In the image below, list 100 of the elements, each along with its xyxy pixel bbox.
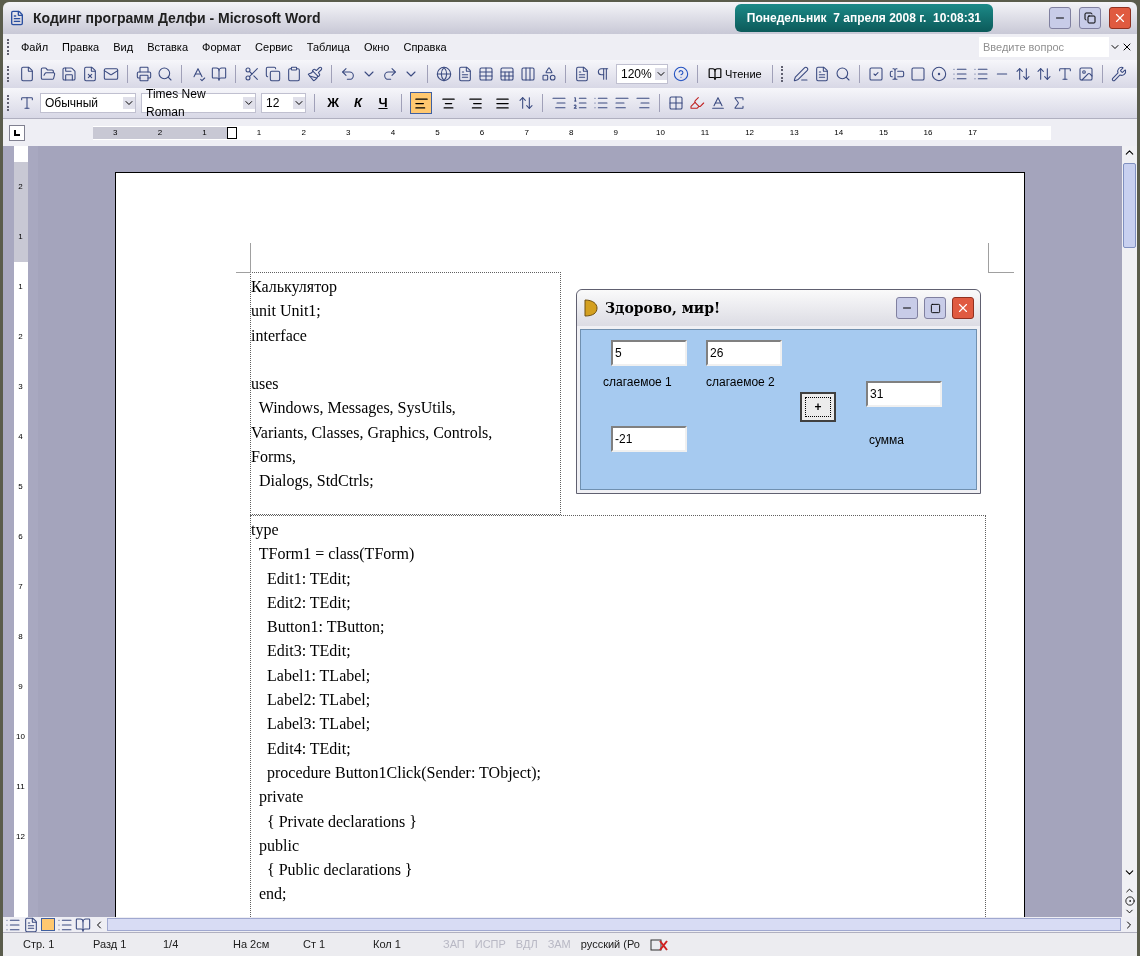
print-view-icon[interactable]	[41, 918, 55, 931]
minimize-button[interactable]	[896, 297, 918, 319]
close-button[interactable]	[952, 297, 974, 319]
file-icon[interactable]	[19, 66, 35, 82]
pilcrow-icon[interactable]	[595, 66, 611, 82]
file-icon[interactable]	[82, 66, 98, 82]
book-icon[interactable]	[211, 66, 227, 82]
align-button[interactable]	[410, 92, 432, 114]
ruler-number: 9	[18, 683, 23, 691]
style-dropdown[interactable]: Обычный	[40, 93, 136, 113]
document-icon[interactable]	[457, 66, 473, 82]
menu-item[interactable]: Правка	[55, 36, 107, 58]
help-icon[interactable]	[673, 66, 689, 82]
spinner-icon[interactable]	[1035, 66, 1052, 82]
close-icon	[1113, 11, 1127, 25]
menu-item[interactable]: Окно	[356, 36, 397, 58]
minimize-button[interactable]	[1049, 7, 1071, 29]
tab-selector[interactable]	[9, 124, 25, 141]
caret-icon[interactable]	[293, 97, 305, 109]
bold-button[interactable]: Ж	[323, 93, 343, 113]
code-line: Label3: TLabel;	[266, 714, 371, 735]
menu-item[interactable]: Вставка	[140, 36, 195, 58]
document-icon[interactable]	[574, 66, 590, 82]
table-icon[interactable]	[478, 66, 494, 82]
printer-icon[interactable]	[136, 66, 152, 82]
plus-button[interactable]: +	[800, 392, 836, 422]
styles-icon[interactable]	[19, 95, 35, 111]
text-input[interactable]: 26	[706, 340, 782, 366]
border-icon[interactable]	[668, 95, 684, 111]
indent-icon[interactable]	[551, 95, 567, 111]
font-size-dropdown[interactable]: 12	[261, 93, 306, 113]
text-input[interactable]: 31	[866, 381, 942, 407]
help-search-field[interactable]: Введите вопрос	[979, 37, 1109, 57]
spell-check-icon[interactable]	[190, 66, 206, 82]
caret-icon[interactable]	[655, 68, 667, 80]
search-icon[interactable]	[834, 66, 851, 82]
menu-item[interactable]: Сервис	[248, 36, 300, 58]
menu-item[interactable]: Формат	[195, 36, 249, 58]
reading-button[interactable]: Чтение	[706, 65, 764, 83]
checkbox-icon[interactable]	[867, 66, 884, 82]
underline-button[interactable]: Ч	[373, 93, 393, 113]
indent-icon[interactable]	[635, 95, 651, 111]
close-icon[interactable]	[1121, 41, 1133, 53]
menu-item[interactable]: Справка	[396, 36, 454, 58]
italic-button[interactable]: К	[348, 93, 368, 113]
menu-item[interactable]: Таблица	[299, 36, 357, 58]
search-icon[interactable]	[157, 66, 173, 82]
columns-icon[interactable]	[520, 66, 536, 82]
text-field-icon[interactable]	[888, 66, 905, 82]
line-spacing-icon[interactable]	[518, 95, 534, 111]
bullet-list-icon[interactable]	[593, 95, 609, 111]
globe-icon[interactable]	[436, 66, 452, 82]
save-icon[interactable]	[61, 66, 77, 82]
caret-icon[interactable]	[243, 97, 255, 109]
maximize-button[interactable]	[924, 297, 946, 319]
indent-icon[interactable]	[614, 95, 630, 111]
image-icon[interactable]	[1077, 66, 1094, 82]
highlighter-icon[interactable]	[689, 95, 705, 111]
menu-item[interactable]: Вид	[106, 36, 141, 58]
spinner-icon[interactable]	[1014, 66, 1031, 82]
undo-icon[interactable]	[340, 66, 356, 82]
status-item: На 2см	[233, 937, 271, 953]
shapes-icon[interactable]	[541, 66, 557, 82]
pen-icon[interactable]	[792, 66, 809, 82]
indent-marker-icon[interactable]	[226, 126, 237, 139]
brush-icon[interactable]	[307, 66, 323, 82]
list-icon[interactable]	[951, 66, 968, 82]
spreadsheet-icon[interactable]	[499, 66, 515, 82]
corner-mark	[236, 243, 251, 273]
text-input[interactable]: 5	[611, 340, 687, 366]
wrench-icon[interactable]	[1110, 66, 1127, 82]
caret-icon[interactable]	[123, 97, 135, 109]
close-button[interactable]	[1109, 7, 1131, 29]
scroll-thumb[interactable]	[1123, 163, 1136, 248]
numbered-list-icon[interactable]	[572, 95, 588, 111]
align-icon	[467, 95, 483, 111]
envelope-icon[interactable]	[103, 66, 119, 82]
equation-icon[interactable]	[731, 95, 747, 111]
code-line: interface	[251, 325, 307, 346]
letter-icon[interactable]	[1056, 66, 1073, 82]
zoom-dropdown[interactable]: 120%	[616, 64, 668, 84]
text-input[interactable]: -21	[611, 426, 687, 452]
redo-icon[interactable]	[382, 66, 398, 82]
scissors-icon[interactable]	[244, 66, 260, 82]
browse-object-icon[interactable]	[1124, 896, 1135, 906]
radio-icon[interactable]	[930, 66, 947, 82]
reading-view-icon[interactable]	[75, 916, 91, 933]
clock-badge: Понедельник 7 апреля 2008 г. 10:08:31	[734, 4, 993, 32]
menu-item[interactable]: Файл	[14, 36, 56, 58]
horizontal-scrollbar[interactable]	[107, 918, 1121, 931]
clipboard-icon[interactable]	[286, 66, 302, 82]
web-view-icon[interactable]	[23, 916, 39, 933]
code-line: uses	[251, 374, 279, 395]
restore-button[interactable]	[1079, 7, 1101, 29]
ruler-number: 3	[93, 126, 138, 139]
copy-icon[interactable]	[265, 66, 281, 82]
font-color-icon[interactable]	[710, 95, 726, 111]
list-icon[interactable]	[972, 66, 989, 82]
document-icon[interactable]	[813, 66, 830, 82]
folder-icon[interactable]	[40, 66, 56, 82]
